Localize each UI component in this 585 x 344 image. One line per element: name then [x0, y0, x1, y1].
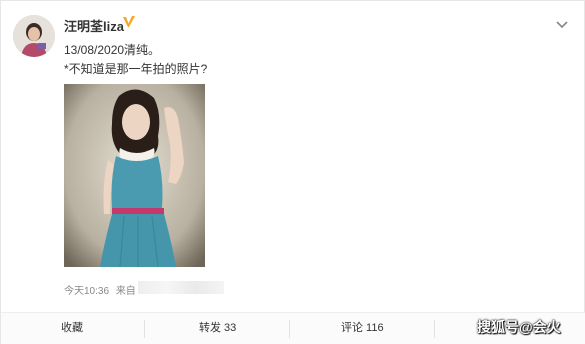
- divider: [144, 320, 145, 338]
- post-photo[interactable]: [64, 84, 205, 267]
- verified-badge-icon: [122, 15, 136, 29]
- post-time[interactable]: 今天10:36: [64, 286, 109, 297]
- weibo-post-card: 汪明荃liza 13/08/2020清纯。 *不知道是那一年拍的照片? 今天10…: [0, 0, 585, 344]
- divider: [289, 320, 290, 338]
- chevron-down-icon[interactable]: [555, 17, 569, 29]
- post-source-label: 来自: [115, 286, 136, 297]
- user-name[interactable]: 汪明荃liza: [64, 16, 124, 35]
- post-meta: 今天10:36 来自: [64, 282, 140, 297]
- post-text-line-1: 13/08/2020清纯。: [64, 43, 161, 57]
- comment-button[interactable]: 评论 116: [341, 313, 384, 344]
- favorite-button[interactable]: 收藏: [61, 313, 83, 344]
- blurred-source: [138, 281, 224, 294]
- repost-button[interactable]: 转发 33: [199, 313, 236, 344]
- watermark: 搜狐号@会火: [477, 319, 561, 335]
- avatar[interactable]: [13, 15, 55, 57]
- post-text-line-2: *不知道是那一年拍的照片?: [64, 62, 208, 76]
- divider: [434, 320, 435, 338]
